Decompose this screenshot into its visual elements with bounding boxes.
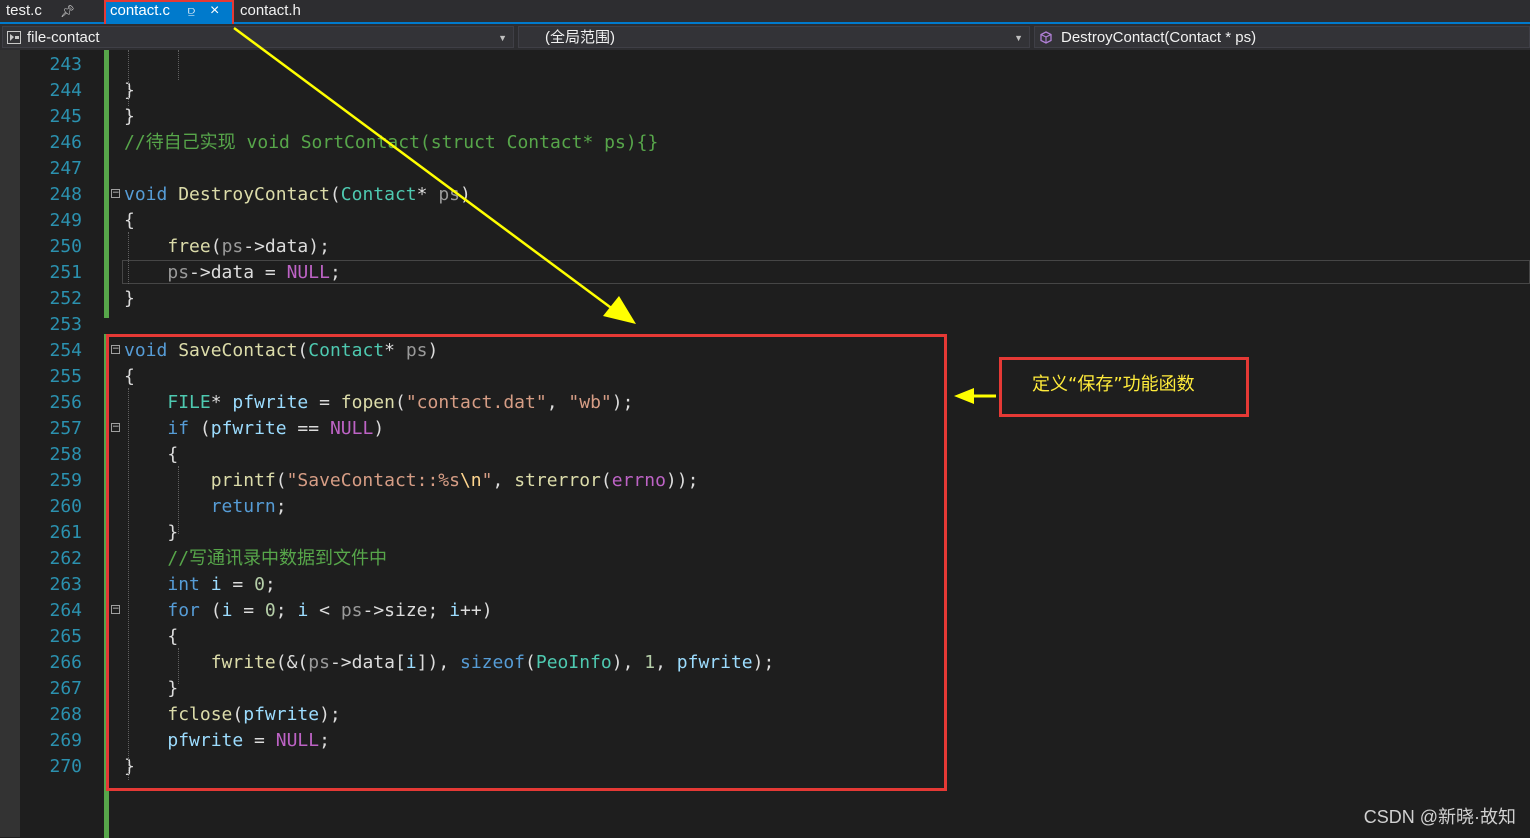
arrow-head xyxy=(603,296,636,324)
annotation-arrows xyxy=(233,26,996,404)
callout-arrow-head xyxy=(954,388,974,404)
arrow-line xyxy=(233,26,615,312)
watermark: CSDN @新晓·故知 xyxy=(1363,807,1516,827)
